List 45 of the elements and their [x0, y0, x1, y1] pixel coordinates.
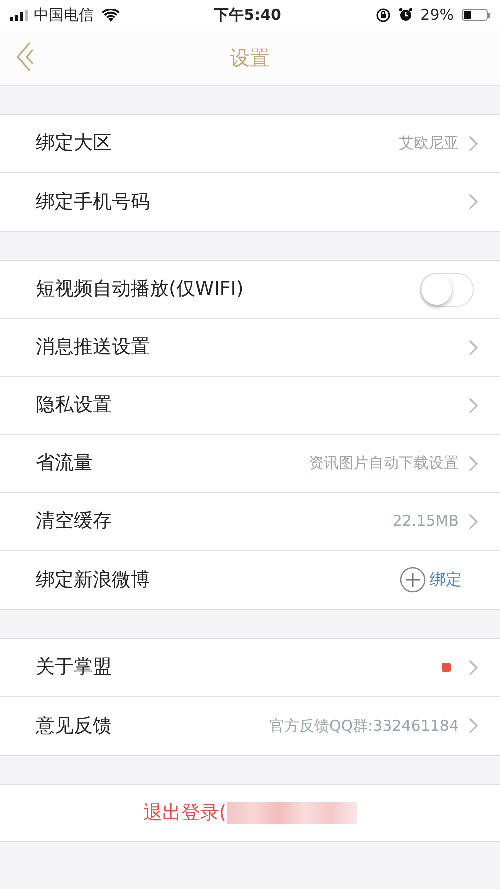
row-label: 关于掌盟: [36, 655, 113, 680]
chevron-icon: [469, 136, 478, 152]
toggle-switch[interactable]: [420, 272, 474, 306]
back-button[interactable]: [16, 42, 34, 72]
row-value: 艾欧尼亚: [399, 133, 459, 154]
clock-time: 下午5:40: [214, 4, 282, 26]
settings-row[interactable]: 关于掌盟: [0, 639, 500, 697]
carrier-name: 中国电信: [34, 4, 94, 26]
settings-row[interactable]: 短视频自动播放(仅WIFI): [0, 261, 500, 319]
row-value: 22.15MB: [392, 511, 459, 532]
settings-row[interactable]: 意见反馈 官方反馈QQ群:332461184: [0, 697, 500, 755]
chevron-icon: [469, 456, 478, 472]
settings-row[interactable]: 绑定手机号码: [0, 173, 500, 231]
chevron-icon: [469, 660, 478, 676]
bind-button[interactable]: 绑定: [400, 567, 462, 593]
row-label: 绑定大区: [36, 131, 113, 156]
row-label: 绑定手机号码: [36, 190, 151, 215]
chevron-icon: [469, 398, 478, 414]
rotation-lock-icon: [376, 8, 391, 22]
logout-button[interactable]: 退出登录(: [143, 798, 227, 828]
row-label: 意见反馈: [36, 714, 113, 739]
settings-row[interactable]: 消息推送设置: [0, 319, 500, 377]
row-label: 消息推送设置: [36, 335, 151, 360]
battery-icon: [462, 9, 490, 21]
alarm-icon: [398, 8, 413, 22]
settings-row[interactable]: 绑定大区 艾欧尼亚: [0, 115, 500, 173]
page-title: 设置: [230, 44, 270, 72]
wifi-icon: [102, 9, 120, 22]
chevron-icon: [469, 194, 478, 210]
row-label: 清空缓存: [36, 509, 113, 534]
settings-row[interactable]: 隐私设置: [0, 377, 500, 435]
chevron-icon: [469, 514, 478, 530]
chevron-icon: [469, 340, 478, 356]
settings-row[interactable]: 省流量 资讯图片自动下载设置: [0, 435, 500, 493]
row-label: 隐私设置: [36, 393, 113, 418]
row-value: 资讯图片自动下载设置: [309, 453, 459, 474]
row-value: 官方反馈QQ群:332461184: [269, 716, 459, 737]
settings-row[interactable]: 绑定新浪微博 绑定: [0, 551, 500, 609]
battery-percent: 29%: [420, 4, 454, 26]
row-label: 短视频自动播放(仅WIFI): [36, 277, 245, 302]
row-label: 绑定新浪微博: [36, 568, 151, 593]
signal-icon: [10, 10, 30, 20]
settings-row[interactable]: 清空缓存 22.15MB: [0, 493, 500, 551]
chevron-icon: [469, 718, 478, 734]
row-label: 省流量: [36, 451, 94, 476]
